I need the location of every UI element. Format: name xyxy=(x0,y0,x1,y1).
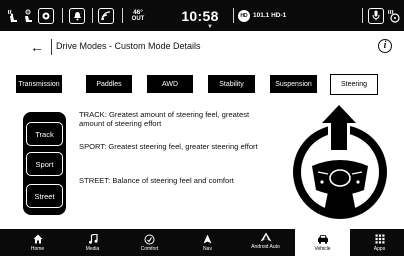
header-divider xyxy=(51,39,52,55)
nav-vehicle[interactable]: Vehicle xyxy=(295,229,350,256)
nav-label: Comfort xyxy=(140,246,159,252)
tab-paddles[interactable]: Paddles xyxy=(86,75,132,93)
radio-station: 101.1 HD-1 xyxy=(253,12,287,19)
nav-label: Home xyxy=(30,246,45,252)
radio-now-playing[interactable]: HD 101.1 HD-1 xyxy=(238,0,298,31)
chevron-down-icon[interactable]: ▼ xyxy=(207,24,213,30)
home-icon xyxy=(33,232,43,246)
camera-button[interactable] xyxy=(37,0,55,31)
seat-heat-icon[interactable] xyxy=(6,0,20,31)
nav-home[interactable]: Home xyxy=(10,229,65,256)
steering-mode-selector: Track Sport Street xyxy=(23,112,66,215)
tab-transmission[interactable]: Transmission xyxy=(16,75,62,93)
heated-steering-wheel-icon[interactable] xyxy=(386,0,402,31)
info-icon[interactable]: i xyxy=(378,39,392,53)
nav-label: Nav xyxy=(203,246,212,252)
status-divider xyxy=(92,8,93,23)
nav-label: Media xyxy=(85,246,100,252)
status-divider xyxy=(233,8,234,23)
wifi-signal-icon xyxy=(98,7,114,24)
nav-comfort[interactable]: Comfort xyxy=(122,229,177,256)
nav-label: Android Auto xyxy=(251,244,280,250)
nav-label: Vehicle xyxy=(314,246,331,252)
microphone-icon xyxy=(368,7,384,24)
status-divider xyxy=(122,8,123,23)
car-icon xyxy=(317,232,329,246)
mode-option-sport[interactable]: Sport xyxy=(26,152,63,176)
navigation-arrow-icon xyxy=(203,232,212,246)
status-bar: 46° OUT 10:58 ▼ HD 101.1 HD-1 xyxy=(0,0,404,31)
nav-android-auto[interactable]: Android Auto xyxy=(238,229,293,256)
back-button[interactable]: ← xyxy=(30,40,44,54)
camera-icon xyxy=(38,7,54,24)
tab-awd[interactable]: AWD xyxy=(147,75,193,93)
notifications-button[interactable] xyxy=(68,0,86,31)
outside-temperature: 46° OUT xyxy=(128,0,148,31)
page-title: Drive Modes - Custom Mode Details xyxy=(56,41,201,51)
tab-suspension[interactable]: Suspension xyxy=(270,75,317,93)
description-street: STREET: Balance of steering feel and com… xyxy=(79,176,234,185)
android-auto-icon xyxy=(260,230,272,244)
music-note-icon xyxy=(88,232,98,246)
nav-media[interactable]: Media xyxy=(65,229,120,256)
nav-label: Apps xyxy=(373,246,386,252)
connectivity-button[interactable] xyxy=(97,0,115,31)
radio-hd-icon: HD xyxy=(238,9,250,22)
mode-option-track[interactable]: Track xyxy=(26,122,63,146)
nav-nav[interactable]: Nav xyxy=(180,229,235,256)
description-track: TRACK: Greatest amount of steering feel,… xyxy=(79,110,250,129)
bell-icon xyxy=(69,7,85,24)
bottom-nav: Home Media Comfort Nav Android Auto Vehi… xyxy=(0,229,404,256)
temperature-unit: OUT xyxy=(131,15,145,22)
mode-option-street[interactable]: Street xyxy=(26,184,63,208)
nav-apps[interactable]: Apps xyxy=(352,229,404,256)
apps-grid-icon xyxy=(375,232,385,246)
clock-time: 10:58 xyxy=(181,7,219,24)
voice-button[interactable] xyxy=(367,0,385,31)
temperature-value: 46° xyxy=(133,8,143,16)
description-sport: SPORT: Greatest steering feel, greater s… xyxy=(79,142,258,151)
clock[interactable]: 10:58 xyxy=(170,0,230,31)
status-divider xyxy=(362,8,363,23)
tab-stability[interactable]: Stability xyxy=(208,75,255,93)
steering-wheel-with-up-arrow-icon xyxy=(288,104,392,229)
seat-cool-icon[interactable] xyxy=(21,0,35,31)
comfort-icon xyxy=(144,232,155,246)
tab-steering[interactable]: Steering xyxy=(330,74,378,95)
status-divider xyxy=(62,8,63,23)
